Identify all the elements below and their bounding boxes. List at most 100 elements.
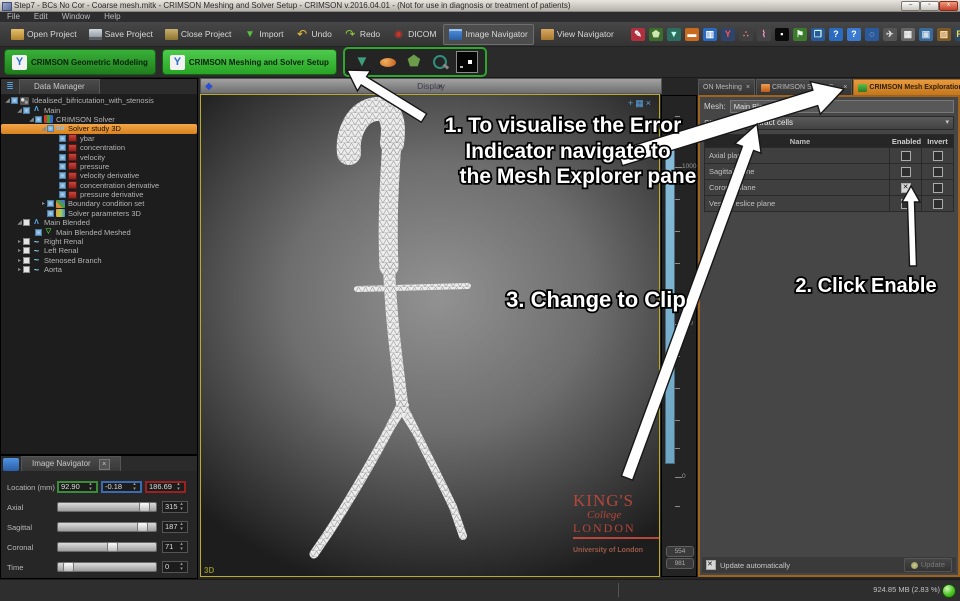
expander-icon[interactable]: ▸ [16,238,23,245]
tree-item-pressure[interactable]: pressure [1,162,197,171]
expander-icon[interactable]: ▸ [16,247,23,254]
invert-checkbox[interactable] [933,183,943,193]
tab-on-meshing[interactable]: ON Meshing× [698,79,755,95]
range-slider[interactable] [665,149,675,464]
tree-item-velocity-derivative[interactable]: velocity derivative [1,171,197,180]
search-icon[interactable]: ◌ [865,28,879,41]
enabled-checkbox[interactable]: ✕ [901,183,911,193]
visibility-checkbox[interactable] [59,191,66,198]
tab-crimson-mesh-exploration[interactable]: CRIMSON Mesh Exploration× [853,79,960,95]
render-viewport-3d[interactable]: +▦× 3D KING'S College LONDON University … [200,94,660,577]
open-project-button[interactable]: Open Project [6,25,82,44]
polyhedron-icon[interactable]: ⬟ [649,28,663,41]
visibility-checkbox[interactable] [47,125,54,132]
image-navigator-button[interactable]: Image Navigator [443,24,533,45]
tree-item-right-renal[interactable]: ▸~Right Renal [1,237,197,246]
dicom-button[interactable]: ◉DICOM [387,25,441,44]
visibility-checkbox[interactable] [35,116,42,123]
tree-item-concentration-derivative[interactable]: concentration derivative [1,181,197,190]
expander-icon[interactable]: ◢ [16,219,23,226]
tree-item-solver-study-3d[interactable]: ◢bdSolver study 3D [1,124,197,133]
visibility-checkbox[interactable] [23,247,30,254]
scatter-icon[interactable]: ∴ [739,28,753,41]
tab-close-icon[interactable]: × [746,84,750,91]
image-navigator-close-icon[interactable]: × [99,459,110,470]
coronal-value-field[interactable]: 71▴▾ [162,541,188,553]
tab-data-manager[interactable]: Data Manager [19,79,100,94]
probe-icon[interactable]: ▪ [775,28,789,41]
slider-handle[interactable] [63,562,74,572]
notes-icon[interactable]: ❒ [811,28,825,41]
flag-icon[interactable]: ⚑ [793,28,807,41]
inspect-magnifier-icon[interactable] [430,52,450,72]
visibility-checkbox[interactable] [23,257,30,264]
enabled-checkbox[interactable] [901,151,911,161]
tree-item-idealised-bifricutation-with-stenosis[interactable]: ◢Idealised_bifricutation_with_stenosis [1,96,197,105]
measure-icon[interactable]: ✎ [631,28,645,41]
save-project-button[interactable]: Save Project [84,25,158,44]
surface-gear-icon[interactable] [378,52,398,72]
visibility-checkbox[interactable] [23,219,30,226]
coronal-slider[interactable] [57,542,157,552]
time-slider[interactable] [57,562,157,572]
tab-close-icon[interactable]: × [843,84,847,91]
tree-item-main[interactable]: ◢ΛMain [1,105,197,114]
spinner-arrows-icon[interactable]: ▴▾ [178,562,185,572]
close-project-button[interactable]: Close Project [160,25,237,44]
histogram-icon[interactable]: ▥ [703,28,717,41]
visibility-checkbox[interactable] [47,210,54,217]
spinner-arrows-icon[interactable]: ▴▾ [178,542,185,552]
tree-item-left-renal[interactable]: ▸~Left Renal [1,246,197,255]
table-view-icon[interactable]: ▦ [901,28,915,41]
visibility-checkbox[interactable] [47,200,54,207]
tree-item-solver-parameters-3d[interactable]: Solver parameters 3D [1,209,197,218]
spinner-arrows-icon[interactable]: ▴▾ [131,482,138,492]
visibility-checkbox[interactable] [23,107,30,114]
expander-icon[interactable]: ▸ [16,257,23,264]
update-button[interactable]: Update [904,558,952,572]
import-button[interactable]: ▼Import [238,25,288,44]
tree-item-aorta[interactable]: ▸~Aorta [1,265,197,274]
tree-item-velocity[interactable]: velocity [1,152,197,161]
menu-edit[interactable]: Edit [27,12,55,22]
menu-help[interactable]: Help [97,12,127,22]
tree-item-ybar[interactable]: ybar [1,134,197,143]
tree-item-main-blended[interactable]: ◢ΛMain Blended [1,218,197,227]
spinner-arrows-icon[interactable]: ▴▾ [178,522,185,532]
expander-icon[interactable]: ▸ [40,200,47,207]
about-icon[interactable]: ? [847,28,861,41]
visibility-checkbox[interactable] [59,135,66,142]
update-automatically-checkbox[interactable]: ✕ [706,560,716,570]
invert-checkbox[interactable] [933,167,943,177]
visibility-checkbox[interactable] [11,97,18,104]
enabled-checkbox[interactable] [901,199,911,209]
mesh-field[interactable]: Main Ble [730,100,954,113]
tree-item-main-blended-meshed[interactable]: ▽Main Blended Meshed [1,227,197,236]
menu-file[interactable]: File [0,12,27,22]
python-console-icon[interactable]: Py [955,28,960,41]
tree-item-boundary-condition-set[interactable]: ▸Boundary condition set [1,199,197,208]
slider-handle[interactable] [107,542,118,552]
spline-icon[interactable]: ⌇ [757,28,771,41]
invert-checkbox[interactable] [933,199,943,209]
sagittal-value-field[interactable]: 187▴▾ [162,521,188,533]
perspective-meshing-solver[interactable]: YCRIMSON Meshing and Solver Setup [162,49,337,75]
display-close-icon[interactable]: × [435,81,446,92]
enabled-checkbox[interactable] [901,167,911,177]
slider-handle[interactable] [139,502,150,512]
perspective-geometric-modeling[interactable]: YCRIMSON Geometric Modeling [4,49,156,75]
invert-checkbox[interactable] [933,151,943,161]
minimize-button[interactable]: – [901,1,920,11]
slice-type-dropdown[interactable]: Extract cells ▾ [745,116,954,130]
expander-icon[interactable]: ◢ [28,116,35,123]
range-max-field[interactable]: 981 [666,558,694,569]
tree-item-pressure-derivative[interactable]: pressure derivative [1,190,197,199]
cone-icon[interactable]: ▼ [667,28,681,41]
tree-item-concentration[interactable]: concentration [1,143,197,152]
maximize-button[interactable]: ▫ [920,1,939,11]
tab-crimson-solver-s-[interactable]: CRIMSON Solver S...× [756,79,852,95]
visibility-checkbox[interactable] [59,154,66,161]
sagittal-slider[interactable] [57,522,157,532]
time-value-field[interactable]: 0▴▾ [162,561,188,573]
visibility-checkbox[interactable] [59,163,66,170]
